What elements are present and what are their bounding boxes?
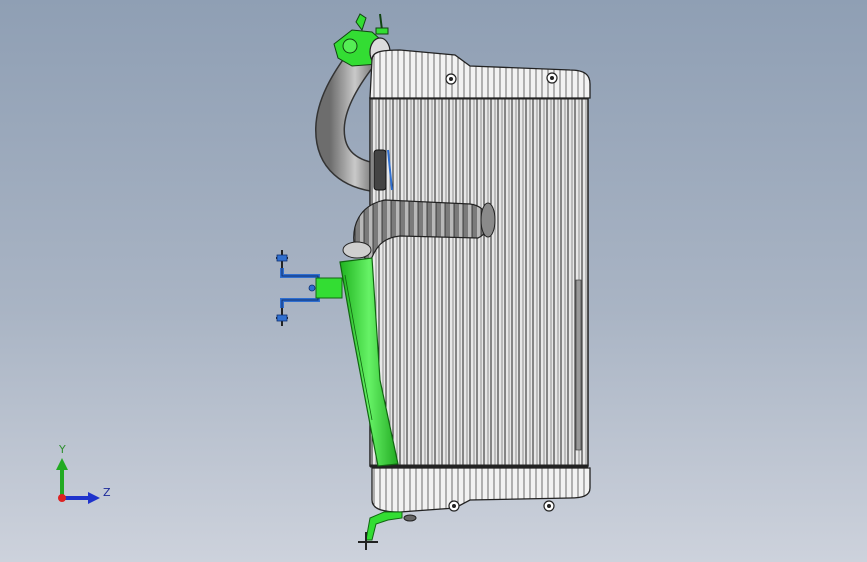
z-arrow-head bbox=[88, 492, 100, 504]
y-axis-label: Y bbox=[59, 443, 66, 456]
intercooler-core[interactable] bbox=[369, 96, 589, 468]
mounting-bracket[interactable] bbox=[276, 250, 343, 326]
cad-viewport[interactable]: Y Z bbox=[0, 0, 867, 562]
model-canvas[interactable] bbox=[0, 0, 867, 562]
top-end-tank[interactable] bbox=[369, 49, 591, 99]
axis-triad bbox=[56, 458, 100, 504]
x-axis-origin bbox=[58, 494, 66, 502]
bottom-bracket[interactable] bbox=[358, 511, 417, 550]
z-axis-label: Z bbox=[103, 486, 111, 499]
bottom-end-tank[interactable] bbox=[371, 467, 591, 513]
y-arrow-head bbox=[56, 458, 68, 470]
